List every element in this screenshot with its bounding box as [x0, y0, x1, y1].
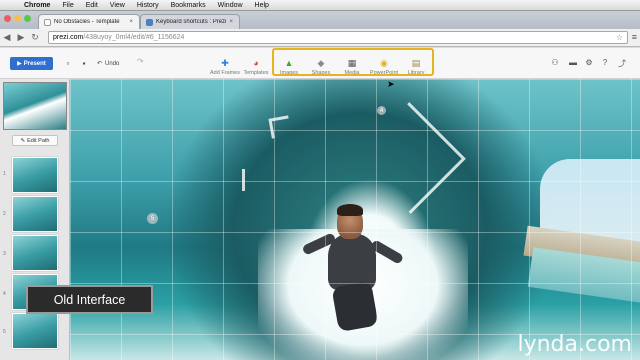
- browser-nav-bar: ◀ ▶ ↻ prezi.com /438uyoy_0ml4/edit/#6_11…: [0, 29, 640, 47]
- thumb-number: 4: [3, 291, 6, 297]
- forward-icon[interactable]: ▶: [14, 32, 28, 43]
- menu-history[interactable]: History: [131, 2, 165, 9]
- edit-path-button[interactable]: ✎ Edit Path: [12, 135, 58, 146]
- menu-help[interactable]: Help: [249, 2, 275, 9]
- path-sidebar: ✎ Edit Path 1 2 3 4 5: [0, 79, 70, 360]
- menu-edit[interactable]: Edit: [80, 2, 104, 9]
- minimize-window-button[interactable]: [14, 15, 21, 22]
- templates-icon: ◕: [253, 58, 259, 68]
- bookmark-star-icon[interactable]: ☆: [616, 33, 623, 42]
- present-label: Present: [23, 60, 46, 67]
- zoom-window-button[interactable]: [24, 15, 31, 22]
- undo-label: Undo: [105, 60, 120, 67]
- overview-thumbnail[interactable]: [3, 82, 67, 130]
- menu-file[interactable]: File: [56, 2, 79, 9]
- new-document-icon[interactable]: ▫: [62, 57, 74, 70]
- present-button[interactable]: ▶ Present: [10, 57, 53, 70]
- menu-app-chrome[interactable]: Chrome: [18, 2, 56, 9]
- window-controls: [4, 15, 31, 22]
- tool-label: Add Frames: [210, 70, 240, 76]
- lynda-watermark: lynda.com: [517, 332, 632, 357]
- mouse-cursor-icon: ➤: [387, 79, 395, 89]
- path-step-thumbnail[interactable]: [12, 313, 58, 349]
- close-tab-icon[interactable]: ×: [129, 19, 133, 25]
- thumb-number: 3: [3, 251, 6, 257]
- prezi-canvas[interactable]: 5 4 lynda.com: [70, 79, 640, 360]
- back-icon[interactable]: ◀: [0, 32, 14, 43]
- address-bar[interactable]: prezi.com /438uyoy_0ml4/edit/#6_1156624 …: [48, 31, 628, 44]
- prezi-favicon-icon: [146, 18, 153, 26]
- pencil-icon: ✎: [20, 137, 26, 144]
- present-icon: ▶: [17, 61, 22, 67]
- add-frames-icon: ✚: [221, 57, 229, 68]
- edit-path-label: Edit Path: [27, 137, 50, 144]
- url-host: prezi.com: [53, 34, 84, 41]
- insert-tools-highlight: [272, 48, 434, 76]
- mac-menu-bar: Chrome File Edit View History Bookmarks …: [0, 0, 640, 11]
- browser-tab-strip: No Obstacles - Template × Keyboard short…: [0, 11, 640, 29]
- undo-icon: ↶: [97, 61, 103, 67]
- close-window-button[interactable]: [4, 15, 11, 22]
- frame-bracket[interactable]: [242, 169, 248, 191]
- undo-button[interactable]: ↶ Undo: [97, 57, 133, 70]
- frame-bracket[interactable]: [268, 115, 292, 139]
- url-path: /438uyoy_0ml4/edit/#6_1156624: [83, 34, 185, 41]
- thumb-number: 1: [3, 171, 6, 177]
- path-step-thumbnail[interactable]: [12, 196, 58, 232]
- path-step-badge[interactable]: 5: [147, 213, 158, 224]
- help-icon[interactable]: ?: [600, 58, 610, 68]
- path-point-badge[interactable]: 4: [377, 106, 386, 115]
- tab-keyboard-shortcuts[interactable]: Keyboard shortcuts : Prezi ×: [140, 14, 240, 29]
- delete-icon[interactable]: ▬: [568, 58, 578, 68]
- exit-icon[interactable]: ⤴: [617, 58, 627, 68]
- reload-icon[interactable]: ↻: [28, 32, 42, 43]
- old-interface-label: Old Interface: [26, 285, 153, 314]
- path-step-thumbnail[interactable]: [12, 157, 58, 193]
- close-tab-icon[interactable]: ×: [229, 19, 233, 25]
- menu-bookmarks[interactable]: Bookmarks: [165, 2, 212, 9]
- path-step-thumbnail[interactable]: [12, 235, 58, 271]
- thumb-number: 2: [3, 211, 6, 217]
- collaborate-icon[interactable]: ⚇: [550, 58, 560, 68]
- menu-window[interactable]: Window: [212, 2, 249, 9]
- thumb-number: 5: [3, 329, 6, 335]
- page-favicon-icon: [44, 18, 51, 26]
- settings-gear-icon[interactable]: ⚙: [584, 58, 594, 68]
- templates-tool[interactable]: ◕ Templates: [238, 51, 274, 77]
- chrome-menu-icon[interactable]: ≡: [632, 32, 637, 42]
- tab-title: Keyboard shortcuts : Prezi: [156, 19, 227, 25]
- tool-label: Templates: [243, 70, 269, 76]
- save-icon[interactable]: ▪: [78, 57, 90, 70]
- tab-no-obstacles[interactable]: No Obstacles - Template ×: [38, 14, 140, 29]
- redo-icon[interactable]: ↷: [137, 57, 144, 66]
- tab-title: No Obstacles - Template: [54, 19, 120, 25]
- menu-view[interactable]: View: [104, 2, 131, 9]
